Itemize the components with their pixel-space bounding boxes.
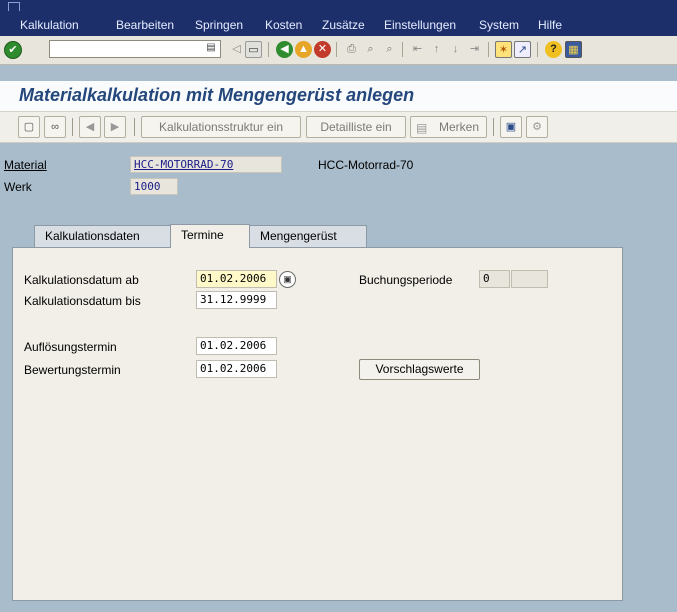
kalkulationsdatum-ab-label: Kalkulationsdatum ab xyxy=(24,273,139,287)
buchungsjahr-field[interactable] xyxy=(511,270,548,288)
material-label: Material xyxy=(4,158,47,172)
system-toolbar: ✔ ▤ ◁ ▭ ◀ ▲ ✕ ⎙ ⌕ ⌕ ⇤ ↑ ↓ ⇥ ✶ ↗ ? ▦ xyxy=(0,36,677,65)
merken-button[interactable]: ▤ Merken xyxy=(410,116,487,138)
next-page-icon[interactable]: ↓ xyxy=(447,41,464,58)
aufloesungstermin-label: Auflösungstermin xyxy=(24,340,117,354)
enter-icon[interactable]: ✔ xyxy=(4,41,22,59)
command-field[interactable]: ▤ xyxy=(49,40,221,58)
back-icon[interactable]: ◀ xyxy=(276,41,293,58)
toolbar-separator xyxy=(134,118,135,136)
new-session-icon[interactable]: ✶ xyxy=(495,41,512,58)
sap-window-icon[interactable] xyxy=(8,2,20,11)
new-document-icon[interactable]: ▢ xyxy=(18,116,40,138)
title-bar: Materialkalkulation mit Mengengerüst anl… xyxy=(0,81,677,112)
application-toolbar: ▢ ∞ ◀ ▶ Kalkulationsstruktur ein Detaill… xyxy=(0,112,677,143)
kalkulationsstruktur-button[interactable]: Kalkulationsstruktur ein xyxy=(141,116,301,138)
menu-bearbeiten[interactable]: Bearbeiten xyxy=(116,18,174,32)
settings-icon[interactable]: ⚙ xyxy=(526,116,548,138)
toolbar-separator xyxy=(493,118,494,136)
detailliste-button[interactable]: Detailliste ein xyxy=(306,116,406,138)
menu-hilfe[interactable]: Hilfe xyxy=(538,18,562,32)
tab-termine[interactable]: Termine xyxy=(170,224,250,248)
previous-icon[interactable]: ◀ xyxy=(79,116,101,138)
vorschlagswerte-button[interactable]: Vorschlagswerte xyxy=(359,359,480,380)
bewertungstermin-field[interactable]: 01.02.2006 xyxy=(196,360,277,378)
buchungsperiode-label: Buchungsperiode xyxy=(359,273,453,287)
menu-bar: Kalkulation Bearbeiten Springen Kosten Z… xyxy=(0,0,677,36)
memo-icon: ▤ xyxy=(416,121,428,135)
first-page-icon[interactable]: ⇤ xyxy=(409,41,426,58)
toolbar-separator xyxy=(402,42,403,57)
cancel-icon[interactable]: ✕ xyxy=(314,41,331,58)
toolbar-separator xyxy=(336,42,337,57)
buchungsperiode-field[interactable]: 0 xyxy=(479,270,510,288)
tab-panel-termine: Kalkulationsdatum ab 01.02.2006 ▣ Buchun… xyxy=(12,247,623,601)
expand-left-icon[interactable]: ◁ xyxy=(228,41,245,58)
tab-mengengeruest[interactable]: Mengengerüst xyxy=(249,225,367,247)
page-title: Materialkalkulation mit Mengengerüst anl… xyxy=(19,85,415,105)
toolbar-separator xyxy=(488,42,489,57)
layout-icon[interactable]: ▦ xyxy=(565,41,582,58)
menu-kalkulation[interactable]: Kalkulation xyxy=(20,18,79,32)
werk-label: Werk xyxy=(4,180,32,194)
werk-field[interactable]: 1000 xyxy=(130,178,178,195)
shortcut-icon[interactable]: ↗ xyxy=(514,41,531,58)
date-picker-icon[interactable]: ▣ xyxy=(279,271,296,288)
material-description: HCC-Motorrad-70 xyxy=(318,158,414,172)
kalkulationsdatum-ab-field[interactable]: 01.02.2006 xyxy=(196,270,277,288)
last-page-icon[interactable]: ⇥ xyxy=(466,41,483,58)
toolbar-separator xyxy=(537,42,538,57)
merken-label: Merken xyxy=(439,120,480,134)
exit-icon[interactable]: ▲ xyxy=(295,41,312,58)
aufloesungstermin-field[interactable]: 01.02.2006 xyxy=(196,337,277,355)
menu-system[interactable]: System xyxy=(479,18,519,32)
toolbar-separator xyxy=(268,42,269,57)
bewertungstermin-label: Bewertungstermin xyxy=(24,363,121,377)
find-icon[interactable]: ⌕ xyxy=(362,41,379,58)
menu-springen[interactable]: Springen xyxy=(195,18,243,32)
kalkulationsdatum-bis-field[interactable]: 31.12.9999 xyxy=(196,291,277,309)
menu-zusaetze[interactable]: Zusätze xyxy=(322,18,365,32)
display-change-icon[interactable]: ∞ xyxy=(44,116,66,138)
prev-page-icon[interactable]: ↑ xyxy=(428,41,445,58)
kalkulationsdatum-bis-label: Kalkulationsdatum bis xyxy=(24,294,141,308)
material-field[interactable]: HCC-MOTORRAD-70 xyxy=(130,156,282,173)
tab-kalkulationsdaten[interactable]: Kalkulationsdaten xyxy=(34,225,171,247)
print-icon[interactable]: ⎙ xyxy=(343,41,360,58)
help-icon[interactable]: ? xyxy=(545,41,562,58)
save-icon[interactable]: ▭ xyxy=(245,41,262,58)
next-icon[interactable]: ▶ xyxy=(104,116,126,138)
find-next-icon[interactable]: ⌕ xyxy=(381,41,398,58)
menu-kosten[interactable]: Kosten xyxy=(265,18,302,32)
command-history-icon[interactable]: ▤ xyxy=(205,42,217,56)
info-icon[interactable]: ▣ xyxy=(500,116,522,138)
toolbar-separator xyxy=(72,118,73,136)
menu-einstellungen[interactable]: Einstellungen xyxy=(384,18,456,32)
